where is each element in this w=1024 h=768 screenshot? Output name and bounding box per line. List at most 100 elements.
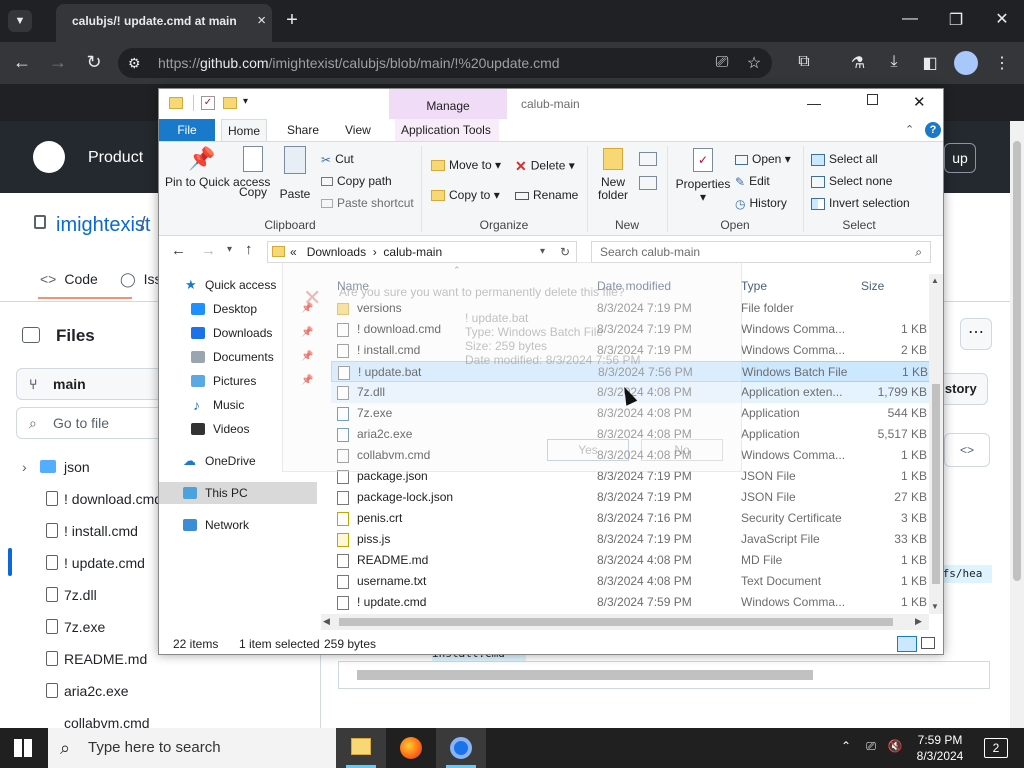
address-bar[interactable]: ⚙ https://github.com/imightexist/calubjs… bbox=[118, 48, 772, 78]
file-row[interactable]: ! update.cmd 8/3/2024 7:59 PM Windows Comm… bbox=[331, 592, 931, 613]
paste-shortcut-button[interactable]: Paste shortcut bbox=[321, 196, 414, 210]
file-row[interactable]: penis.crt 8/3/2024 7:16 PM Security Certif… bbox=[331, 508, 931, 529]
breadcrumb-downloads[interactable]: Downloads bbox=[307, 245, 366, 259]
search-box[interactable]: Search calub-main ⌕ bbox=[591, 241, 931, 263]
paste-button[interactable]: Paste bbox=[277, 146, 313, 201]
site-info-icon[interactable]: ⚙ bbox=[128, 48, 141, 78]
tree-file[interactable]: ! download.cmd bbox=[46, 491, 162, 507]
firefox-icon[interactable] bbox=[400, 737, 422, 759]
tree-file[interactable]: README.md bbox=[46, 651, 147, 667]
file-row[interactable]: ! install.cmd 8/3/2024 7:19 PM Windows Com… bbox=[331, 340, 931, 361]
file-row[interactable]: package-lock.json 8/3/2024 7:19 PM JSON Fi… bbox=[331, 487, 931, 508]
easy-access-icon[interactable] bbox=[639, 176, 657, 190]
nav-network[interactable]: Network bbox=[159, 514, 317, 536]
product-menu[interactable]: Product bbox=[88, 149, 143, 167]
column-header-type[interactable]: Type bbox=[741, 274, 767, 298]
taskbar-explorer[interactable] bbox=[336, 728, 386, 768]
tab-share[interactable]: Share bbox=[281, 119, 325, 141]
file-row[interactable]: package.json 8/3/2024 7:19 PM JSON File 1 K… bbox=[331, 466, 931, 487]
copy-to-button[interactable]: Copy to ▾ bbox=[431, 188, 500, 202]
nav-videos[interactable]: Videos bbox=[159, 418, 317, 440]
windows-start-icon[interactable] bbox=[14, 739, 32, 757]
nav-downloads[interactable]: Downloads 📌 bbox=[159, 322, 317, 344]
pin-icon[interactable]: 📌 bbox=[301, 346, 313, 368]
scroll-right-icon[interactable]: ▶ bbox=[915, 616, 922, 627]
restore-icon[interactable]: ❐ bbox=[944, 10, 968, 30]
history-button[interactable]: ◷ History bbox=[735, 196, 787, 211]
edit-button[interactable]: ✎ Edit bbox=[735, 174, 770, 189]
side-panel-icon[interactable]: ◧ bbox=[918, 53, 942, 73]
collapse-sidebar-icon[interactable] bbox=[22, 327, 40, 343]
horizontal-scrollbar[interactable] bbox=[338, 661, 990, 689]
minimize-icon[interactable]: — bbox=[807, 95, 821, 111]
address-field[interactable]: « Downloads › calub-main ▾ ↻ bbox=[267, 241, 577, 263]
tab-file[interactable]: File bbox=[159, 119, 215, 141]
bookmark-star-icon[interactable]: ☆ bbox=[742, 53, 766, 73]
back-arrow-icon[interactable]: ← bbox=[10, 52, 34, 73]
invert-selection-button[interactable]: Invert selection bbox=[811, 196, 910, 210]
close-icon[interactable]: ✕ bbox=[913, 93, 926, 111]
new-folder-icon[interactable] bbox=[223, 97, 237, 109]
tab-code[interactable]: <> Code bbox=[40, 271, 98, 287]
forward-arrow-icon[interactable]: → bbox=[201, 242, 216, 259]
nav-this-pc[interactable]: This PC bbox=[159, 482, 317, 504]
labs-flask-icon[interactable]: ⚗ bbox=[846, 53, 870, 73]
nav-music[interactable]: ♪ Music bbox=[159, 394, 317, 416]
address-dropdown-icon[interactable]: ▾ bbox=[540, 242, 545, 262]
file-row[interactable]: README.md 8/3/2024 4:08 PM MD File 1 KB bbox=[331, 550, 931, 571]
taskbar-chrome[interactable] bbox=[436, 728, 486, 768]
file-row[interactable]: piss.js 8/3/2024 7:19 PM JavaScript File 33… bbox=[331, 529, 931, 550]
repo-owner-link[interactable]: imightexist bbox=[56, 214, 150, 237]
download-icon[interactable]: ⤓ bbox=[882, 53, 906, 71]
network-icon[interactable]: ⎚ bbox=[862, 739, 880, 754]
new-item-icon[interactable] bbox=[639, 152, 657, 166]
minimize-icon[interactable]: — bbox=[898, 10, 922, 28]
delete-button[interactable]: ✕ Delete ▾ bbox=[515, 158, 575, 175]
clock[interactable]: 7:59 PM 8/3/2024 bbox=[910, 732, 970, 764]
tab-issues[interactable]: ◯ Iss bbox=[120, 271, 162, 288]
qat-dropdown-icon[interactable]: ▾ bbox=[243, 96, 248, 107]
file-row[interactable]: username.txt 8/3/2024 4:08 PM Text Documen… bbox=[331, 571, 931, 592]
tree-file[interactable]: ! install.cmd bbox=[46, 523, 138, 539]
copy-path-button[interactable]: Copy path bbox=[321, 174, 392, 188]
scroll-up-icon[interactable]: ▲ bbox=[931, 276, 939, 285]
nav-onedrive[interactable]: ☁ OneDrive bbox=[159, 450, 317, 472]
refresh-icon[interactable]: ↻ bbox=[560, 242, 570, 262]
cut-button[interactable]: ✂ Cut bbox=[321, 152, 354, 167]
file-row[interactable]: ! download.cmd 8/3/2024 7:19 PM Windows Co… bbox=[331, 319, 931, 340]
scroll-left-icon[interactable]: ◀ bbox=[323, 616, 330, 627]
nav-documents[interactable]: Documents 📌 bbox=[159, 346, 317, 368]
details-view-icon[interactable] bbox=[897, 636, 917, 652]
file-row[interactable]: aria2c.exe 8/3/2024 4:08 PM Application 5,5… bbox=[331, 424, 931, 445]
tree-file[interactable]: collabvm.cmd bbox=[64, 715, 150, 728]
up-arrow-icon[interactable]: ↑ bbox=[245, 241, 253, 258]
tree-file[interactable]: 7z.dll bbox=[46, 587, 97, 603]
forward-arrow-icon[interactable]: → bbox=[46, 52, 70, 73]
column-header-name[interactable]: Name bbox=[337, 274, 369, 298]
file-list-hscrollbar[interactable]: ◀ ▶ bbox=[321, 614, 929, 630]
scrollbar-thumb[interactable] bbox=[357, 670, 813, 680]
move-to-button[interactable]: Move to ▾ bbox=[431, 158, 501, 172]
file-row[interactable]: 7z.exe 8/3/2024 4:08 PM Application 544 KB bbox=[331, 403, 931, 424]
column-header-size[interactable]: Size bbox=[861, 274, 884, 298]
tray-overflow-icon[interactable]: ⌃ bbox=[838, 739, 854, 753]
page-scrollbar-thumb[interactable] bbox=[1013, 141, 1021, 581]
taskbar-search-box[interactable]: ⌕ Type here to search bbox=[48, 728, 336, 768]
menu-kebab-icon[interactable]: ⋮ bbox=[990, 53, 1014, 73]
reload-icon[interactable]: ↻ bbox=[82, 52, 106, 73]
tab-view[interactable]: View bbox=[339, 119, 377, 141]
select-all-button[interactable]: Select all bbox=[811, 152, 878, 166]
new-folder-button[interactable]: New folder bbox=[593, 146, 633, 202]
tree-file-active[interactable]: ! update.cmd bbox=[46, 555, 145, 571]
close-window-icon[interactable]: ✕ bbox=[990, 9, 1014, 29]
github-logo-icon[interactable] bbox=[33, 141, 65, 173]
pin-quick-access-button[interactable]: 📌 Pin to Quick access bbox=[165, 146, 270, 189]
large-icons-view-icon[interactable] bbox=[921, 637, 935, 649]
hscroll-thumb[interactable] bbox=[339, 618, 893, 626]
nav-pictures[interactable]: Pictures 📌 bbox=[159, 370, 317, 392]
notifications-icon[interactable]: 2 bbox=[984, 738, 1008, 758]
file-row[interactable]: collabvm.cmd 8/3/2024 4:08 PM Windows Comm… bbox=[331, 445, 931, 466]
recent-locations-icon[interactable]: ▾ bbox=[227, 244, 232, 255]
browser-tab-active[interactable]: calubjs/! update.cmd at main × bbox=[56, 4, 272, 42]
breadcrumb-separator[interactable]: › bbox=[373, 245, 377, 259]
